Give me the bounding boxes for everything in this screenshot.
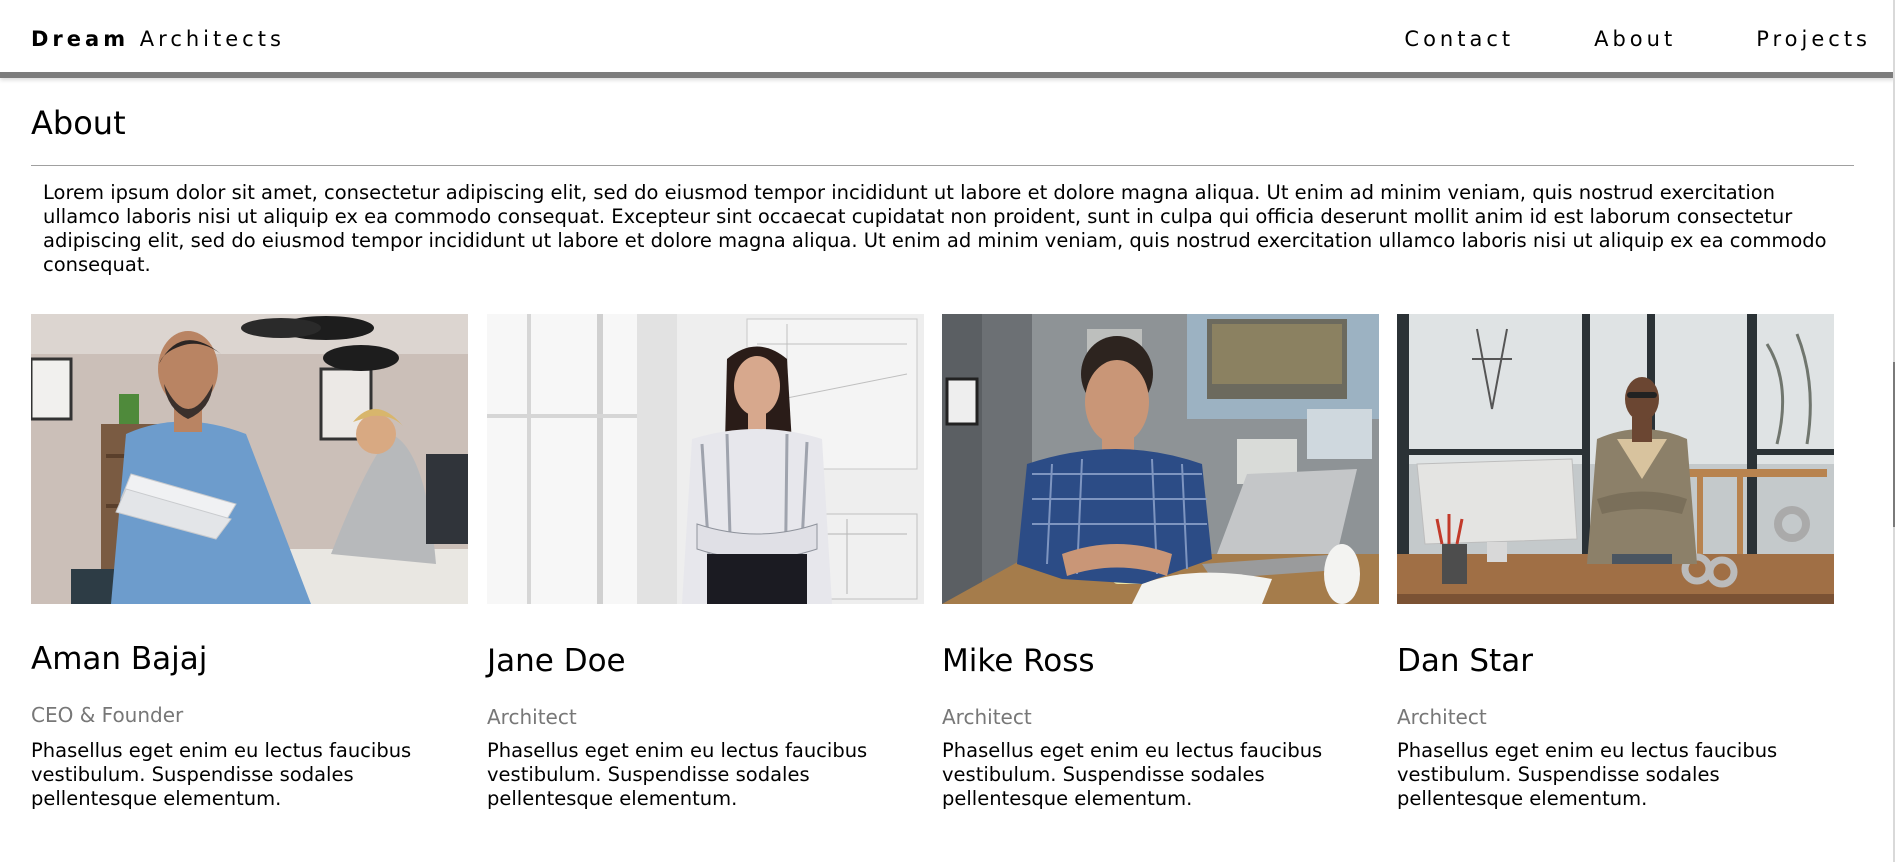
team-photo-graphic xyxy=(31,314,468,604)
brand-bold-text: Dream xyxy=(31,27,130,51)
team-member-bio: Phasellus eget enim eu lectus faucibus v… xyxy=(487,739,868,810)
nav-link-contact[interactable]: Contact xyxy=(1404,27,1514,51)
team-member-name: Jane Doe xyxy=(487,643,626,679)
top-navbar: Dream Architects Contact About Projects xyxy=(0,0,1895,78)
team-member-role: Architect xyxy=(1397,705,1487,729)
brand-text: Architects xyxy=(139,27,285,51)
team-member-role: Architect xyxy=(487,705,577,729)
team-photo-graphic xyxy=(942,314,1379,604)
team-card: Jane Doe Architect Phasellus eget enim e… xyxy=(487,314,924,810)
brand-logo[interactable]: Dream Architects xyxy=(31,27,285,51)
nav-link-projects[interactable]: Projects xyxy=(1756,27,1871,51)
section-title: About xyxy=(31,104,126,142)
team-photo xyxy=(487,314,924,604)
team-member-role: Architect xyxy=(942,705,1032,729)
page: Dream Architects Contact About Projects … xyxy=(0,0,1895,862)
team-member-name: Mike Ross xyxy=(942,643,1095,679)
team-member-bio: Phasellus eget enim eu lectus faucibus v… xyxy=(31,739,412,810)
team-member-name: Dan Star xyxy=(1397,643,1533,679)
team-photo-graphic xyxy=(1397,314,1834,604)
team-member-name: Aman Bajaj xyxy=(31,641,208,677)
team-card: Mike Ross Architect Phasellus eget enim … xyxy=(942,314,1379,810)
team-member-role: CEO & Founder xyxy=(31,703,184,727)
team-photo xyxy=(942,314,1379,604)
team-photo xyxy=(31,314,468,604)
section-divider xyxy=(31,165,1854,166)
nav-link-about[interactable]: About xyxy=(1594,27,1676,51)
nav-links: Contact About Projects xyxy=(1404,27,1871,51)
team-member-bio: Phasellus eget enim eu lectus faucibus v… xyxy=(942,739,1323,810)
team-photo xyxy=(1397,314,1834,604)
team-member-bio: Phasellus eget enim eu lectus faucibus v… xyxy=(1397,739,1778,810)
team-photo-graphic xyxy=(487,314,924,604)
team-card: Dan Star Architect Phasellus eget enim e… xyxy=(1397,314,1834,810)
about-intro-text: Lorem ipsum dolor sit amet, consectetur … xyxy=(43,181,1827,276)
team-card: Aman Bajaj CEO & Founder Phasellus eget … xyxy=(31,314,468,810)
